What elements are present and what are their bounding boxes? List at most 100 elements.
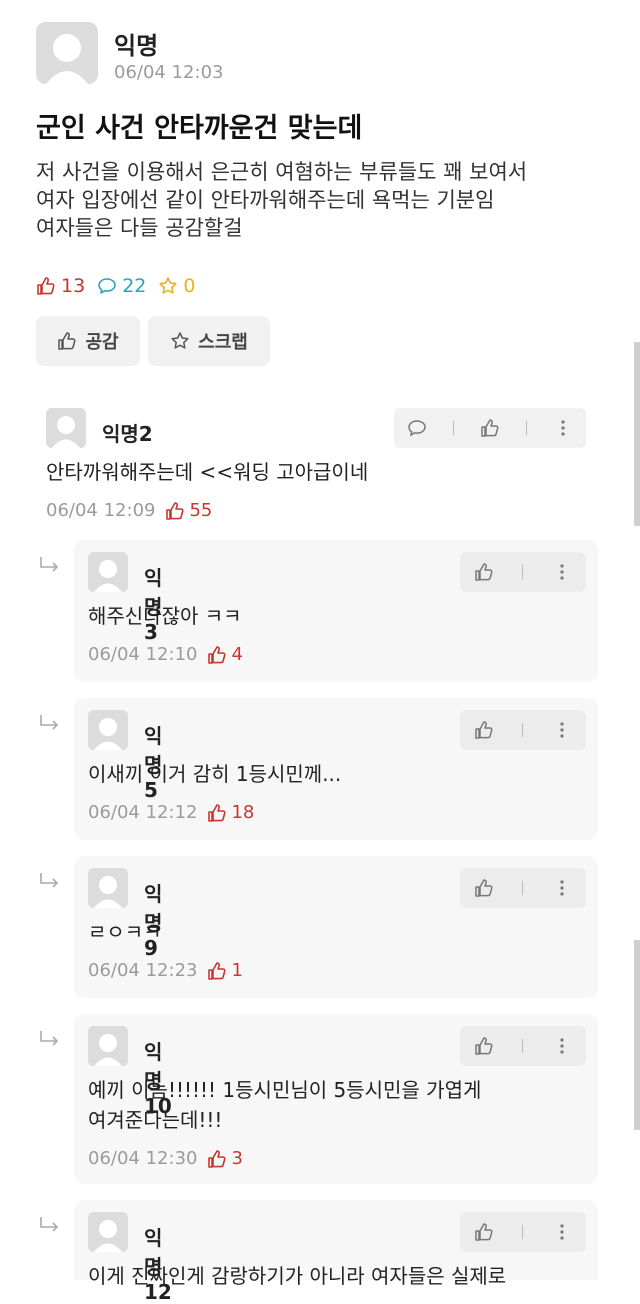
star-icon — [159, 277, 177, 294]
reply-text: 여겨준다는데!!! — [88, 1108, 223, 1132]
comment-likes: 55 — [165, 500, 212, 521]
reply-likes: 4 — [207, 644, 243, 665]
speech-bubble-icon — [98, 278, 116, 294]
post-author: 익명 — [114, 32, 159, 60]
divider — [522, 723, 524, 737]
divider — [522, 1225, 524, 1239]
comment-likes-value: 55 — [189, 500, 213, 521]
reply-meta: 06/04 12:12 18 — [88, 802, 254, 823]
thumbs-up-icon[interactable] — [474, 562, 494, 582]
thumbs-up-icon[interactable] — [474, 878, 494, 898]
reply-avatar — [88, 552, 128, 592]
reply: 익명3 해주신다잖아 ㅋㅋ 06/04 12:10 4 — [74, 540, 598, 682]
reply-toolbar — [460, 552, 586, 592]
like-button-label: 공감 — [85, 332, 119, 353]
reply: 익명12 이게 진짜인게 감랑하기가 아니라 여자들은 실제로 — [74, 1200, 598, 1304]
comment: 익명2 안타까워해주는데 <<워딩 고아급이네 06/04 12:09 55 — [0, 400, 640, 530]
default-avatar-icon — [88, 1212, 128, 1252]
reply-toolbar — [460, 868, 586, 908]
thumbs-up-icon — [208, 1149, 227, 1168]
reply-likes-value: 3 — [231, 1148, 243, 1169]
post-timestamp: 06/04 12:03 — [114, 62, 224, 83]
comment-count: 22 — [97, 275, 146, 297]
default-avatar-icon — [46, 408, 86, 448]
divider — [453, 421, 454, 435]
default-avatar-icon — [88, 552, 128, 592]
author-avatar — [36, 22, 98, 84]
reply-likes-value: 1 — [231, 960, 243, 981]
more-options-icon[interactable] — [552, 1036, 572, 1056]
more-options-icon[interactable] — [552, 720, 572, 740]
reply-meta: 06/04 12:23 1 — [88, 960, 243, 981]
comment-text: 안타까워해주는데 <<워딩 고아급이네 — [46, 460, 369, 484]
scrap-count: 0 — [158, 275, 195, 297]
post-title: 군인 사건 안타까운건 맞는데 — [36, 113, 363, 144]
more-options-icon[interactable] — [552, 878, 572, 898]
comment-count-value: 22 — [122, 275, 147, 297]
reply-text: 해주신다잖아 ㅋㅋ — [88, 604, 242, 628]
scrollbar-thumb[interactable] — [634, 342, 640, 526]
reply-toolbar — [460, 1026, 586, 1066]
like-count: 13 — [36, 275, 85, 297]
like-button[interactable]: 공감 — [36, 316, 140, 366]
reply-likes: 3 — [207, 1148, 243, 1169]
reply: 익명5 이새끼 이거 감히 1등시민께... 06/04 12:12 18 — [74, 698, 598, 840]
reply-arrow-icon — [40, 1031, 59, 1046]
reply-text: 이게 진짜인게 감랑하기가 아니라 여자들은 실제로 — [88, 1264, 507, 1288]
thumbs-up-icon — [208, 961, 227, 980]
thumbs-up-icon — [166, 501, 185, 520]
reply-toolbar — [460, 1212, 586, 1252]
reply-avatar — [88, 710, 128, 750]
reply-avatar — [88, 868, 128, 908]
reply-timestamp: 06/04 12:10 — [88, 644, 198, 665]
default-avatar-icon — [88, 1026, 128, 1066]
reply-avatar — [88, 1026, 128, 1066]
reply: 익명9 ㄹㅇㅋㅋ 06/04 12:23 1 — [74, 856, 598, 998]
divider — [526, 421, 527, 435]
reply-likes: 1 — [207, 960, 243, 981]
default-avatar-icon — [88, 868, 128, 908]
reply-timestamp: 06/04 12:23 — [88, 960, 198, 981]
reply-likes-value: 4 — [231, 644, 243, 665]
divider — [522, 1039, 524, 1053]
scrap-count-value: 0 — [183, 275, 196, 297]
thumbs-up-icon[interactable] — [480, 418, 500, 438]
reply-arrow-icon — [40, 715, 59, 730]
reply-toolbar — [460, 710, 586, 750]
reply-likes-value: 18 — [231, 802, 255, 823]
more-options-icon[interactable] — [552, 562, 572, 582]
more-options-icon[interactable] — [553, 418, 573, 438]
reply-meta: 06/04 12:10 4 — [88, 644, 243, 665]
post-stats: 13 22 0 — [36, 275, 207, 297]
reply-arrow-icon — [40, 873, 59, 888]
reply-text: 이새끼 이거 감히 1등시민께... — [88, 762, 342, 786]
reply: 익명10 예끼 이놈!!!!!! 1등시민님이 5등시민을 가엽게 여겨준다는데… — [74, 1014, 598, 1184]
scrap-button[interactable]: 스크랩 — [148, 316, 270, 366]
thumbs-up-icon[interactable] — [474, 1222, 494, 1242]
thumbs-up-icon — [37, 277, 55, 295]
reply-likes: 18 — [207, 802, 254, 823]
thumbs-up-icon — [208, 645, 227, 664]
divider — [522, 565, 524, 579]
reply-comment-icon[interactable] — [407, 418, 427, 438]
comment-avatar — [46, 408, 86, 448]
scrollbar-thumb[interactable] — [634, 940, 640, 1130]
comment-timestamp: 06/04 12:09 — [46, 500, 156, 521]
reply-meta: 06/04 12:30 3 — [88, 1148, 243, 1169]
divider — [522, 881, 524, 895]
reply-arrow-icon — [40, 557, 59, 572]
more-options-icon[interactable] — [552, 1222, 572, 1242]
reply-text: 예끼 이놈!!!!!! 1등시민님이 5등시민을 가엽게 — [88, 1078, 482, 1102]
default-avatar-icon — [36, 22, 98, 84]
post-body: 저 사건을 이용해서 은근히 여혐하는 부류들도 꽤 보여서 여자 입장에선 같… — [36, 158, 616, 242]
thumbs-up-icon[interactable] — [474, 1036, 494, 1056]
post-body-line: 저 사건을 이용해서 은근히 여혐하는 부류들도 꽤 보여서 — [36, 160, 528, 184]
reply-timestamp: 06/04 12:12 — [88, 802, 198, 823]
post-body-line: 여자 입장에선 같이 안타까워해주는데 욕먹는 기분임 — [36, 188, 495, 212]
like-count-value: 13 — [61, 275, 86, 297]
reply-text: ㄹㅇㅋㅋ — [88, 920, 162, 944]
post-body-line: 여자들은 다들 공감할걸 — [36, 216, 243, 240]
thumbs-up-icon — [58, 332, 76, 350]
thumbs-up-icon[interactable] — [474, 720, 494, 740]
scrap-button-label: 스크랩 — [198, 332, 248, 353]
